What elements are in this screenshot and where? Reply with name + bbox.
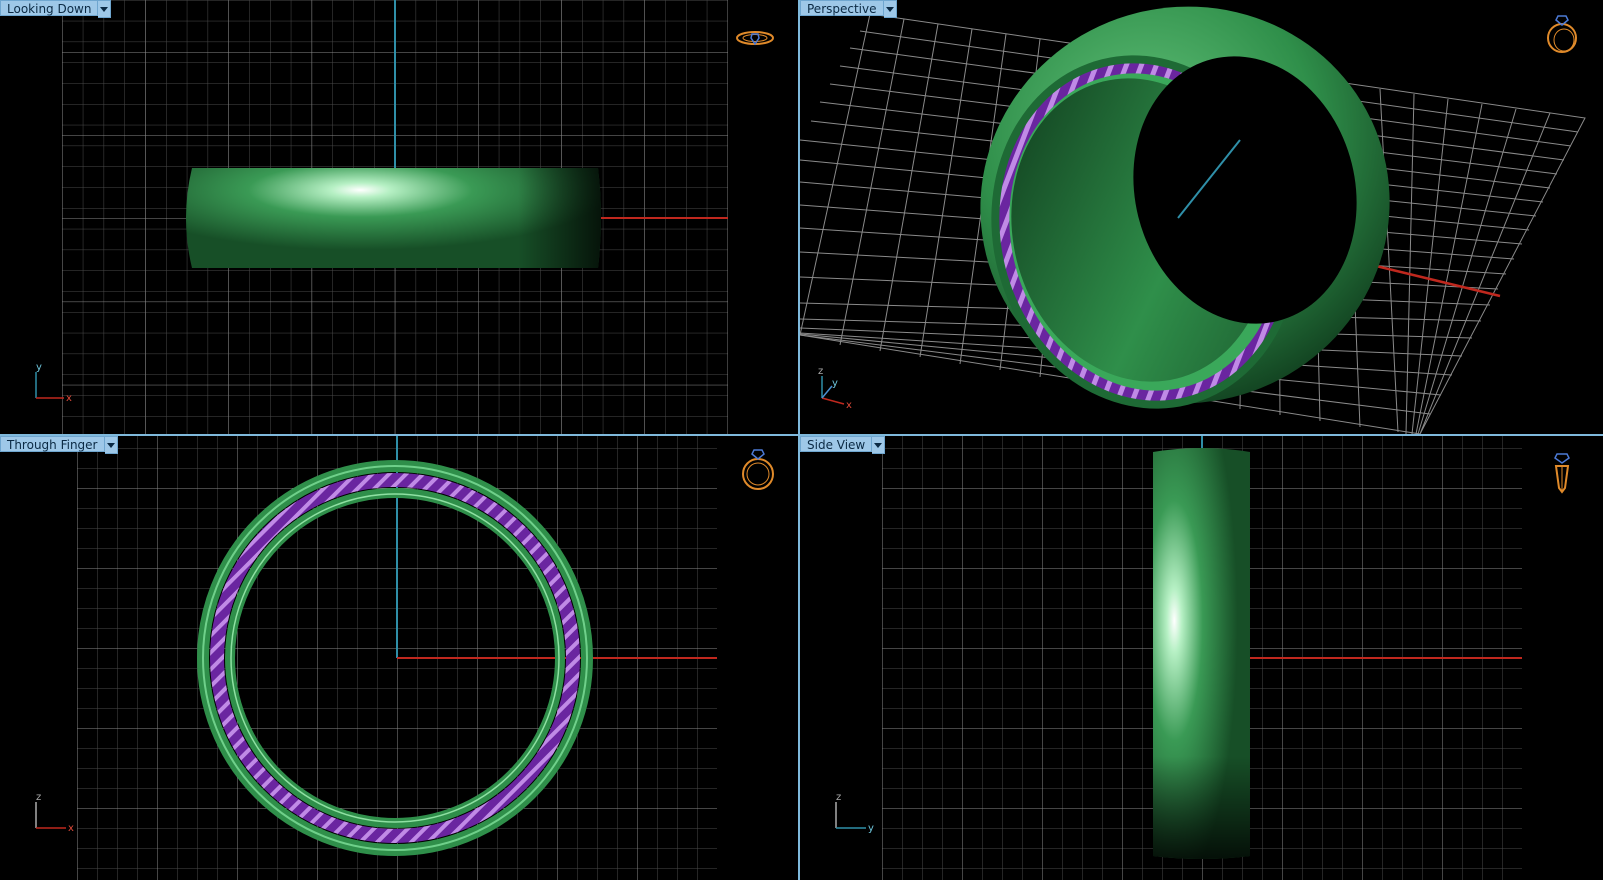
viewport-title[interactable]: Side View <box>800 436 873 452</box>
viewport-menu-dropdown[interactable] <box>883 0 897 18</box>
ring-side-view-icon[interactable] <box>1554 453 1570 494</box>
axis-label-horizontal: x <box>846 400 852 411</box>
viewport-title[interactable]: Perspective <box>800 0 884 16</box>
axis-label-horizontal: x <box>68 823 74 834</box>
viewport-canvas[interactable]: z y x <box>800 0 1603 434</box>
axis-label-horizontal: x <box>66 393 72 404</box>
ring-perspective-icon[interactable] <box>1547 15 1577 53</box>
viewport-menu-dropdown[interactable] <box>872 436 886 454</box>
axis-indicator: z y x <box>818 366 852 411</box>
ring-front-view-icon[interactable] <box>742 449 774 490</box>
ring-band-side-view <box>1153 448 1250 859</box>
ring-band-top-view <box>186 168 601 268</box>
viewport-header: Side View <box>800 436 886 454</box>
viewport-looking-down[interactable]: Looking Down y x <box>0 0 798 434</box>
viewport-canvas[interactable]: y x <box>0 0 798 434</box>
axis-label-depth: y <box>832 378 838 389</box>
viewport-title[interactable]: Through Finger <box>0 436 105 452</box>
viewport-menu-dropdown[interactable] <box>104 436 118 454</box>
axis-label-vertical: z <box>818 366 823 377</box>
viewport-header: Through Finger <box>0 436 118 454</box>
axis-label-vertical: z <box>36 792 41 803</box>
viewport-header: Looking Down <box>0 0 112 18</box>
axis-label-horizontal: y <box>868 823 874 834</box>
viewport-header: Perspective <box>800 0 897 18</box>
axis-label-vertical: y <box>36 362 42 373</box>
axis-label-vertical: z <box>836 792 841 803</box>
viewport-menu-dropdown[interactable] <box>98 0 112 18</box>
viewport-side-view[interactable]: Side View z y <box>800 436 1603 880</box>
viewport-through-finger[interactable]: Through Finger z x <box>0 436 798 880</box>
axis-indicator: z x <box>35 792 74 834</box>
viewport-canvas[interactable]: z x <box>0 436 798 880</box>
viewport-title[interactable]: Looking Down <box>0 0 99 16</box>
ring-top-view-icon[interactable] <box>736 31 774 46</box>
axis-indicator: z y <box>835 792 874 834</box>
viewport-perspective[interactable]: Perspective z y x <box>800 0 1603 434</box>
viewport-canvas[interactable]: z y <box>800 436 1603 880</box>
